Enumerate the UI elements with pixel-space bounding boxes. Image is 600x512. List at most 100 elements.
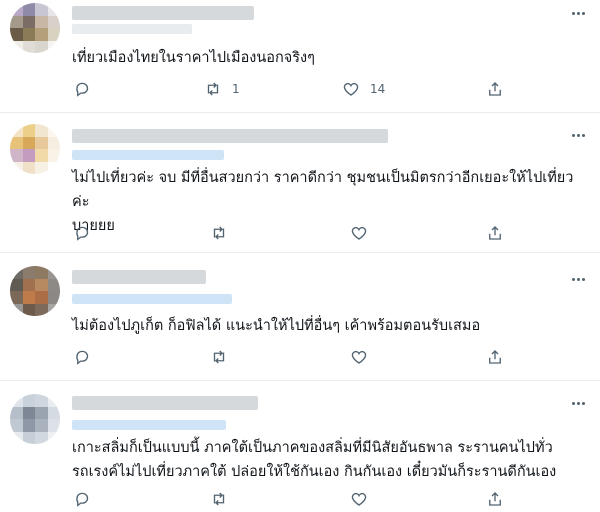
avatar[interactable] [10, 124, 60, 174]
reply-button[interactable] [74, 348, 102, 366]
avatar-pixel [10, 28, 23, 41]
avatar-pixel [47, 40, 60, 53]
avatar-pixel [35, 394, 48, 407]
avatar-pixel [47, 3, 60, 16]
tweet-text: เที่ยวเมืองไทยในราคาไปเมืองนอกจริงๆ [72, 50, 315, 66]
retweet-icon [213, 350, 225, 364]
avatar-pixel [35, 303, 48, 316]
retweet-count: 1 [232, 82, 240, 96]
username-blurred [72, 270, 206, 284]
more-options-icon[interactable] [568, 398, 588, 408]
more-options-icon[interactable] [568, 8, 588, 18]
avatar-pixel [22, 149, 35, 162]
like-button[interactable] [350, 490, 378, 508]
avatar-pixel [22, 3, 35, 16]
avatar-pixel [22, 431, 35, 444]
avatar-pixel [47, 15, 60, 28]
more-options-icon[interactable] [568, 274, 588, 284]
avatar-pixel [47, 149, 60, 162]
heart-icon [351, 226, 367, 240]
avatar-pixel [35, 291, 48, 304]
avatar-pixel [10, 149, 23, 162]
retweet-button[interactable] [210, 348, 238, 366]
retweet-button[interactable] [210, 490, 238, 508]
avatar-pixel [22, 278, 35, 291]
avatar-pixel [10, 291, 23, 304]
avatar-pixel [22, 28, 35, 41]
avatar-pixel [47, 303, 60, 316]
avatar-pixel [47, 136, 60, 149]
avatar-pixel [47, 394, 60, 407]
retweet-icon [213, 226, 225, 240]
avatar-pixel [47, 161, 60, 174]
retweet-button[interactable]: 1 [204, 80, 240, 98]
retweet-button[interactable] [210, 224, 238, 242]
like-button[interactable] [350, 348, 378, 366]
reply-button[interactable] [74, 490, 102, 508]
tweet-3[interactable]: ไม่ต้องไปภูเก็ต ก็อฟิลได้ แนะนำให้ไปที่อ… [0, 252, 600, 381]
reply-button[interactable] [74, 224, 102, 242]
handle-blurred [72, 24, 192, 34]
avatar-pixel [10, 266, 23, 279]
handle-blurred [72, 420, 226, 430]
avatar-pixel [35, 278, 48, 291]
avatar-pixel [35, 149, 48, 162]
tweet-actions [72, 348, 512, 370]
like-button[interactable]: 14 [342, 80, 385, 98]
avatar-pixel [22, 394, 35, 407]
avatar-pixel [22, 124, 35, 137]
tweet-2[interactable]: ไม่ไปเที่ยวค่ะ จบ มีที่อื่นสวยกว่า ราคาด… [0, 112, 600, 253]
avatar-pixel [10, 278, 23, 291]
avatar-pixel [35, 266, 48, 279]
share-button[interactable] [486, 348, 504, 366]
share-icon [489, 350, 501, 364]
share-button[interactable] [486, 224, 504, 242]
avatar-pixel [35, 3, 48, 16]
avatar-pixel [22, 15, 35, 28]
heart-icon [351, 350, 367, 364]
avatar-pixel [22, 406, 35, 419]
avatar-pixel [10, 303, 23, 316]
avatar-pixel [47, 124, 60, 137]
tweet-4[interactable]: เกาะสลิ่มก็เป็นแบบนี้ ภาคใต้เป็นภาคของสล… [0, 380, 600, 509]
avatar-pixel [10, 15, 23, 28]
avatar-pixel [10, 40, 23, 53]
like-button[interactable] [350, 224, 378, 242]
avatar[interactable] [10, 266, 60, 316]
avatar-pixel [22, 266, 35, 279]
avatar-pixel [47, 266, 60, 279]
more-options-icon[interactable] [568, 130, 588, 140]
username-blurred [72, 129, 388, 143]
avatar-pixel [35, 15, 48, 28]
tweet-1[interactable]: เที่ยวเมืองไทยในราคาไปเมืองนอกจริงๆ 1 14 [0, 0, 600, 113]
avatar-pixel [35, 161, 48, 174]
avatar-pixel [22, 291, 35, 304]
username-blurred [72, 6, 254, 20]
share-icon [489, 492, 501, 506]
reply-icon [76, 492, 89, 507]
avatar-pixel [22, 161, 35, 174]
avatar[interactable] [10, 394, 60, 444]
avatar-pixel [35, 419, 48, 432]
tweet-actions [72, 224, 512, 246]
share-icon [489, 82, 501, 96]
reply-icon [76, 226, 89, 241]
share-button[interactable] [486, 490, 504, 508]
reply-button[interactable] [74, 80, 102, 98]
reply-icon [76, 350, 89, 365]
tweet-text: เกาะสลิ่มก็เป็นแบบนี้ ภาคใต้เป็นภาคของสล… [72, 440, 557, 480]
avatar-pixel [47, 278, 60, 291]
tweet-actions: 1 14 [72, 80, 512, 102]
avatar-pixel [10, 431, 23, 444]
avatar-pixel [22, 136, 35, 149]
share-icon [489, 226, 501, 240]
avatar-pixel [10, 161, 23, 174]
avatar-pixel [10, 136, 23, 149]
avatar[interactable] [10, 3, 60, 53]
handle-blurred [72, 294, 232, 304]
username-blurred [72, 396, 258, 410]
like-count: 14 [370, 82, 386, 96]
share-button[interactable] [486, 80, 504, 98]
avatar-pixel [35, 406, 48, 419]
heart-icon [343, 82, 359, 96]
